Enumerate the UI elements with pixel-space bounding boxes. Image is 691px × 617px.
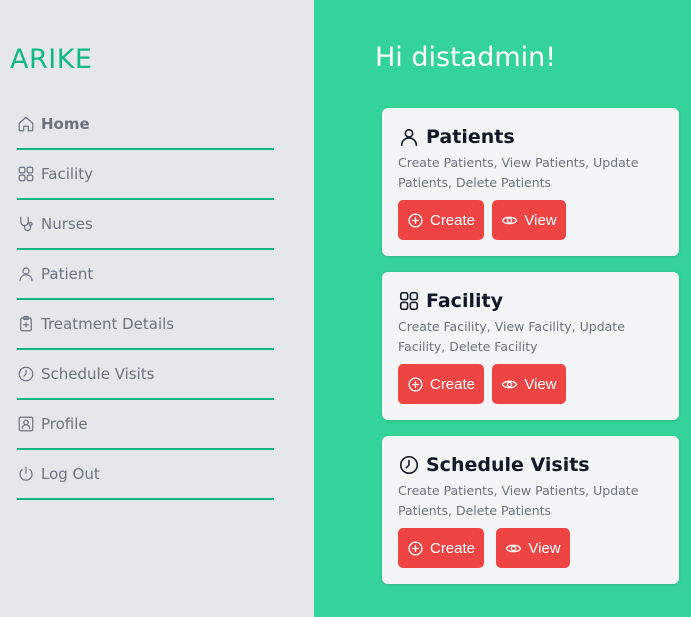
card-description: Create Patients, View Patients, Update P…: [398, 155, 639, 190]
card-title: Schedule Visits: [398, 454, 590, 476]
user-icon: [398, 126, 420, 148]
create-button[interactable]: Create: [398, 364, 484, 404]
grid-icon: [398, 290, 420, 312]
sidebar-item-nurses[interactable]: Nurses: [17, 200, 274, 250]
sidebar-item-profile[interactable]: Profile: [17, 400, 274, 450]
power-icon: [17, 465, 35, 483]
create-button[interactable]: Create: [398, 200, 484, 240]
grid-icon: [17, 165, 35, 183]
card-patients: Patients Create Patients, View Patients,…: [382, 108, 679, 256]
eye-icon: [501, 376, 518, 393]
sidebar-item-label: Nurses: [41, 215, 93, 233]
stethoscope-icon: [17, 215, 35, 233]
sidebar-item-label: Treatment Details: [41, 315, 175, 333]
home-icon: [17, 115, 35, 133]
clipboard-icon: [17, 315, 35, 333]
sidebar: ARIKE Home Facility Nurses Patient Treat…: [0, 0, 314, 617]
user-square-icon: [17, 415, 35, 433]
card-schedule-visits: Schedule Visits Create Patients, View Pa…: [382, 436, 679, 584]
create-button-label: Create: [429, 539, 476, 557]
eye-icon: [501, 212, 518, 229]
view-button-label: View: [524, 375, 557, 393]
sidebar-item-home[interactable]: Home: [17, 100, 274, 150]
sidebar-item-label: Facility: [41, 165, 93, 183]
create-button-label: Create: [429, 211, 476, 229]
sidebar-nav: Home Facility Nurses Patient Treatment D…: [17, 100, 274, 500]
view-button[interactable]: View: [492, 200, 566, 240]
clock-icon: [17, 365, 35, 383]
brand-logo[interactable]: ARIKE: [10, 44, 92, 75]
clock-icon: [398, 454, 420, 476]
plus-circle-icon: [407, 376, 424, 393]
card-description: Create Facility, View Facility, Update F…: [398, 319, 625, 354]
sidebar-item-patient[interactable]: Patient: [17, 250, 274, 300]
sidebar-item-label: Patient: [41, 265, 94, 283]
plus-circle-icon: [407, 540, 424, 557]
card-title: Facility: [398, 290, 503, 312]
sidebar-item-label: Log Out: [41, 465, 100, 483]
sidebar-item-label: Home: [41, 115, 90, 133]
view-button-label: View: [524, 211, 557, 229]
view-button-label: View: [528, 539, 561, 557]
card-title-text: Schedule Visits: [426, 454, 590, 476]
plus-circle-icon: [407, 212, 424, 229]
sidebar-item-facility[interactable]: Facility: [17, 150, 274, 200]
card-title-text: Facility: [426, 290, 503, 312]
card-title: Patients: [398, 126, 515, 148]
sidebar-item-label: Schedule Visits: [41, 365, 155, 383]
user-icon: [17, 265, 35, 283]
main-content: Hi distadmin! Patients Create Patients, …: [314, 0, 691, 617]
sidebar-item-treatment-details[interactable]: Treatment Details: [17, 300, 274, 350]
create-button[interactable]: Create: [398, 528, 484, 568]
card-facility: Facility Create Facility, View Facility,…: [382, 272, 679, 420]
page-greeting: Hi distadmin!: [375, 42, 557, 73]
card-title-text: Patients: [426, 126, 515, 148]
sidebar-item-label: Profile: [41, 415, 88, 433]
view-button[interactable]: View: [496, 528, 570, 568]
sidebar-item-schedule-visits[interactable]: Schedule Visits: [17, 350, 274, 400]
create-button-label: Create: [429, 375, 476, 393]
sidebar-item-log-out[interactable]: Log Out: [17, 450, 274, 500]
view-button[interactable]: View: [492, 364, 566, 404]
eye-icon: [505, 540, 522, 557]
card-description: Create Patients, View Patients, Update P…: [398, 483, 639, 518]
